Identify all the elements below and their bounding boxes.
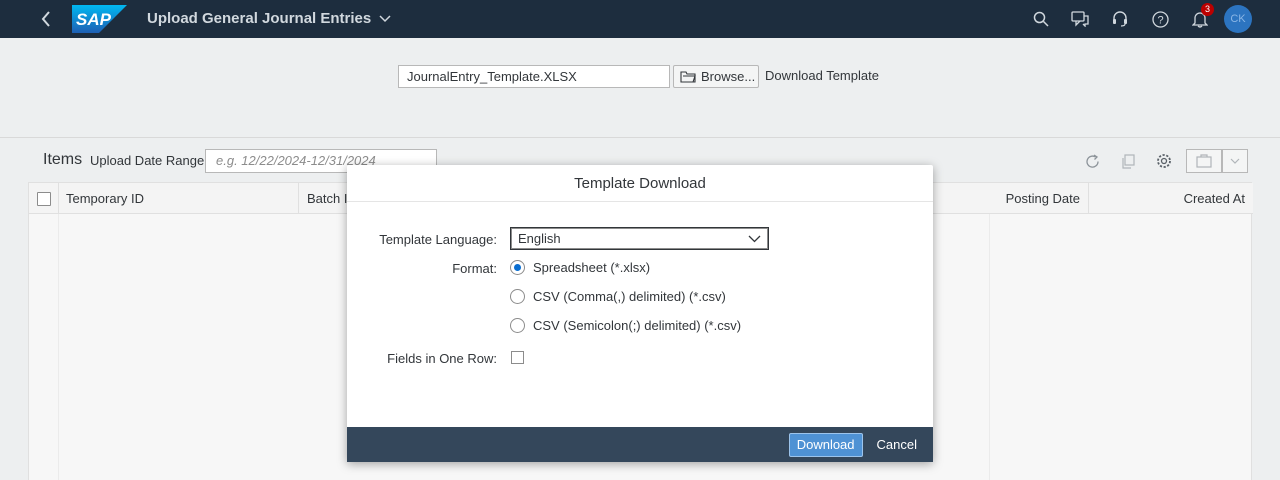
column-header-created-at[interactable]: Created At (1089, 183, 1253, 214)
format-option-label: Spreadsheet (*.xlsx) (533, 260, 651, 275)
cancel-button[interactable]: Cancel (871, 433, 923, 457)
template-language-select[interactable]: English (510, 227, 769, 250)
table-column (989, 214, 990, 480)
chevron-down-icon (379, 14, 391, 22)
radio-button[interactable] (510, 260, 525, 275)
folder-icon (680, 71, 696, 83)
radio-button[interactable] (510, 289, 525, 304)
table-column (29, 214, 59, 480)
format-option-xlsx[interactable]: Spreadsheet (*.xlsx) (510, 260, 650, 275)
fields-in-one-row-label: Fields in One Row: (387, 351, 497, 366)
fields-in-one-row-checkbox[interactable] (511, 351, 524, 364)
column-header-posting-date[interactable]: Posting Date (959, 183, 1089, 214)
refresh-icon[interactable] (1082, 151, 1102, 171)
format-option-label: CSV (Semicolon(;) delimited) (*.csv) (533, 318, 742, 333)
upload-area: JournalEntry_Template.XLSX Browse... Dow… (0, 38, 1280, 138)
format-option-csv-semicolon[interactable]: CSV (Semicolon(;) delimited) (*.csv) (510, 318, 741, 333)
chat-icon[interactable] (1070, 9, 1090, 29)
chevron-down-icon (748, 235, 761, 242)
dialog-title: Template Download (347, 165, 933, 202)
shell-bar: SAP Upload General Journal Entries ? 3 C… (0, 0, 1280, 38)
headset-icon[interactable] (1110, 9, 1130, 29)
app-title-menu[interactable]: Upload General Journal Entries (147, 10, 391, 27)
svg-text:?: ? (1157, 14, 1163, 26)
download-template-link[interactable]: Download Template (765, 68, 879, 83)
notification-badge: 3 (1201, 3, 1214, 16)
search-icon[interactable] (1031, 9, 1051, 29)
sap-logo[interactable]: SAP (72, 5, 127, 33)
template-download-dialog: Template Download Template Language: Eng… (347, 165, 933, 462)
template-language-label: Template Language: (379, 232, 497, 247)
export-button[interactable] (1186, 149, 1222, 173)
radio-button[interactable] (510, 318, 525, 333)
export-dropdown-button[interactable] (1222, 149, 1248, 173)
avatar[interactable]: CK (1224, 5, 1252, 33)
help-icon[interactable]: ? (1150, 9, 1170, 29)
back-icon[interactable] (36, 9, 56, 29)
chevron-down-icon (1230, 158, 1240, 164)
select-all-cell (29, 183, 59, 214)
format-label: Format: (452, 261, 497, 276)
browse-label: Browse... (701, 69, 756, 84)
settings-icon[interactable] (1154, 151, 1174, 171)
browse-button[interactable]: Browse... (673, 65, 759, 88)
template-language-value: English (518, 231, 561, 246)
column-header-temporary-id[interactable]: Temporary ID (59, 183, 299, 214)
copy-icon[interactable] (1118, 151, 1138, 171)
format-option-csv-comma[interactable]: CSV (Comma(,) delimited) (*.csv) (510, 289, 726, 304)
app-title: Upload General Journal Entries (147, 10, 372, 27)
export-button-group (1186, 149, 1248, 173)
file-name-input[interactable]: JournalEntry_Template.XLSX (398, 65, 670, 88)
upload-date-range-label: Upload Date Range (90, 153, 205, 168)
dialog-footer: Download Cancel (347, 427, 933, 462)
select-all-checkbox[interactable] (36, 191, 51, 206)
format-option-label: CSV (Comma(,) delimited) (*.csv) (533, 289, 726, 304)
items-title: Items (43, 151, 83, 168)
export-icon (1196, 154, 1212, 168)
svg-text:SAP: SAP (76, 10, 112, 29)
download-button[interactable]: Download (788, 432, 863, 457)
